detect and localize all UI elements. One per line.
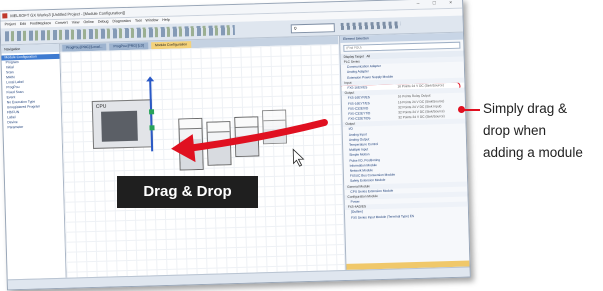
- menu-help[interactable]: Help: [162, 18, 170, 22]
- app-screenshot: MELSOFT GX Works3 [Untitled Project - [M…: [0, 0, 471, 291]
- module-configuration-canvas[interactable]: CPU: [60, 44, 345, 278]
- element-row-label: Analog Adapter: [346, 69, 369, 75]
- element-row-label: Simple Motion: [349, 152, 370, 158]
- element-row-label: Configuration Module: [347, 193, 378, 199]
- menu-convert[interactable]: Convert: [55, 21, 68, 25]
- element-row-label: Information Module: [349, 162, 377, 168]
- element-row-label: FX5 Series Input Module (Terminal Type) …: [351, 213, 415, 220]
- element-row-label: Power: [350, 199, 360, 204]
- element-row-label: Analog Output: [348, 137, 370, 142]
- menu-edit[interactable]: Edit: [20, 22, 26, 26]
- element-row-label: PLC Series: [343, 59, 360, 64]
- element-row-label: General Module: [347, 183, 370, 189]
- window-controls[interactable]: – □ ×: [417, 0, 459, 9]
- drag-drop-label: Drag & Drop: [117, 176, 258, 208]
- menu-tool[interactable]: Tool: [135, 19, 142, 23]
- element-row-label: Analog Input: [348, 131, 367, 137]
- element-row-label: Communication Adapter: [346, 64, 381, 70]
- window-title: MELSOFT GX Works3 [Untitled Project - [M…: [10, 10, 125, 19]
- element-list: PLC Series Communication Adapter Analog Ad…: [340, 56, 468, 221]
- menu-view[interactable]: View: [72, 20, 80, 24]
- element-row-label: Safety Extension Module: [350, 178, 386, 184]
- drag-arrow: [171, 118, 328, 167]
- menu-window[interactable]: Window: [145, 18, 158, 22]
- navigation-header: Navigation: [1, 43, 60, 54]
- element-row-label: Network Module: [349, 168, 373, 173]
- element-row-label: FX5-C32ET/DS: [348, 116, 371, 121]
- menu-online[interactable]: Online: [83, 20, 93, 24]
- element-row-label: FX5-C32EX/D: [347, 105, 369, 111]
- navigation-tree: Program Initial Scan MAIN Local Label ProgPou…: [2, 59, 62, 131]
- element-row-label: I/O: [348, 127, 353, 132]
- element-row-label: FX5-16EYR/ES: [347, 95, 370, 101]
- callout-line-1: Simply drag &: [483, 101, 568, 116]
- element-row-label: [Outline]: [350, 209, 363, 215]
- callout-line-3: adding a module: [483, 145, 583, 160]
- element-row-label: Output: [345, 121, 356, 127]
- display-target-value[interactable]: All: [366, 54, 370, 58]
- app-icon: [2, 13, 8, 19]
- callout-leader-line: [464, 109, 480, 111]
- callout-line-2: drop when: [483, 123, 547, 138]
- element-row-label: Temperature Control: [349, 142, 379, 147]
- nav-item[interactable]: Parameter: [3, 124, 61, 131]
- drag-drop-text: Drag & Drop: [143, 183, 232, 200]
- element-row-label: Multiple Input: [349, 147, 369, 153]
- element-row-label: FX5-C32EYT/D: [348, 111, 371, 116]
- navigation-pane: Navigation Module Configuration Program I…: [1, 43, 67, 280]
- menu-find-replace[interactable]: Find/Replace: [30, 21, 51, 26]
- callout-text: Simply drag & drop when adding a module: [483, 98, 601, 164]
- display-target-label: Display Target: [343, 54, 364, 59]
- mouse-cursor-icon: [292, 148, 305, 167]
- element-row-label: Output: [344, 90, 355, 96]
- element-row-label: Pulse I/O, Positioning: [349, 157, 381, 163]
- toolbar-combo[interactable]: Q: [290, 23, 335, 34]
- element-row-label: FX5-16EYT/ES: [347, 100, 370, 106]
- menu-diagnostics[interactable]: Diagnostics: [112, 19, 131, 24]
- callout-marker: [458, 106, 465, 113]
- menu-debug[interactable]: Debug: [98, 19, 109, 23]
- toolbar-icon-strip-right[interactable]: [340, 21, 401, 30]
- menu-project[interactable]: Project: [5, 22, 16, 26]
- element-selection-panel: Element Selection (Find POU) Display Tar…: [339, 32, 470, 270]
- element-row-label: FX5-4AD/ES: [347, 204, 367, 210]
- element-row-label: Input: [344, 80, 352, 85]
